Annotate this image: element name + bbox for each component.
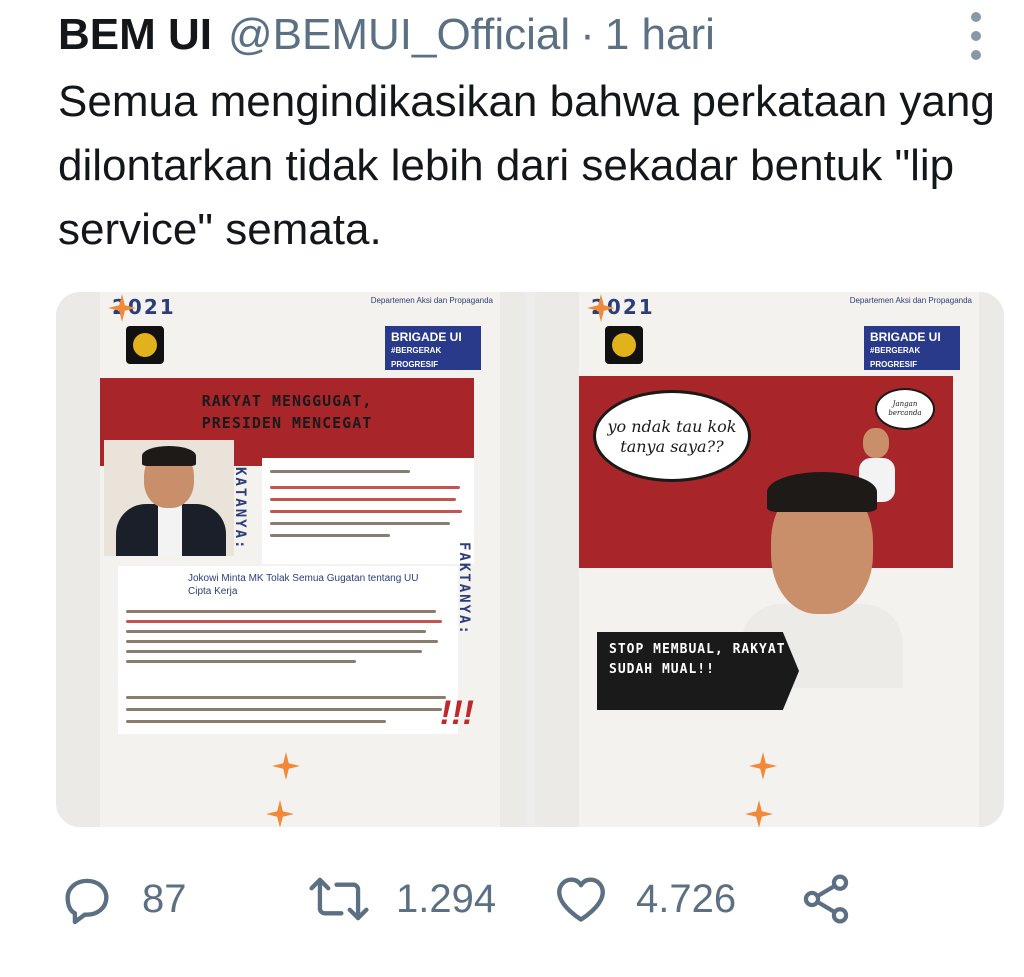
brigade-badge: BRIGADE UI #BERGERAK PROGRESIF — [385, 326, 481, 370]
label-faktanya: FAKTANYA: — [456, 542, 472, 636]
reply-button[interactable]: 87 — [58, 864, 187, 934]
brigade-subtitle: #BERGERAK PROGRESIF — [391, 346, 442, 369]
tweet-timestamp[interactable]: 1 hari — [605, 10, 715, 60]
brigade-title: BRIGADE UI — [391, 330, 462, 344]
share-icon — [798, 871, 854, 927]
poster-dept-label: Departemen Aksi dan Propaganda — [370, 296, 493, 305]
ui-crest-logo — [605, 326, 643, 364]
share-button[interactable] — [798, 864, 854, 934]
author-handle[interactable]: @BEMUI_Official — [228, 10, 570, 60]
media-image-left[interactable]: 2021 Departemen Aksi dan Propaganda BRIG… — [56, 292, 525, 827]
exclamation-marks: !!! — [440, 694, 474, 732]
media-image-right[interactable]: 2021 Departemen Aksi dan Propaganda BRIG… — [535, 292, 1004, 827]
jokowi-photo — [104, 440, 234, 556]
brigade-subtitle: #BERGERAK PROGRESIF — [870, 346, 921, 369]
like-count: 4.726 — [636, 876, 737, 921]
news-title: Jokowi Minta MK Tolak Semua Gugatan tent… — [188, 573, 419, 597]
retweet-count: 1.294 — [396, 876, 497, 921]
poster-dept-label: Departemen Aksi dan Propaganda — [849, 296, 972, 305]
headline-line-2: PRESIDEN MENCEGAT — [201, 414, 373, 432]
tweet-text: Semua mengindikasikan bahwa perkataan ya… — [58, 77, 995, 254]
brigade-title: BRIGADE UI — [870, 330, 941, 344]
reply-icon — [58, 870, 116, 928]
stop-message-box: STOP MEMBUAL, RAKYAT SUDAH MUAL!! — [597, 632, 799, 710]
ui-crest-logo — [126, 326, 164, 364]
note-block — [118, 686, 458, 734]
header-separator: · — [580, 10, 595, 59]
tweet-actions: 87 1.294 4.726 — [58, 864, 958, 934]
brigade-badge: BRIGADE UI #BERGERAK PROGRESIF — [864, 326, 960, 370]
more-vertical-icon[interactable] — [966, 12, 986, 60]
fact-block: Jokowi Minta MK Tolak Semua Gugatan tent… — [118, 566, 458, 686]
headline-line-1: RAKYAT MENGGUGAT, — [201, 392, 373, 410]
speech-bubble: yo ndak tau kok tanya saya?? — [593, 390, 751, 482]
retweet-icon — [308, 870, 370, 928]
tweet-media[interactable]: 2021 Departemen Aksi dan Propaganda BRIG… — [56, 292, 1004, 827]
author-name[interactable]: BEM UI — [58, 10, 212, 60]
reply-count: 87 — [142, 876, 187, 921]
tweet-header: BEM UI @BEMUI_Official · 1 hari — [58, 10, 715, 62]
retweet-button[interactable]: 1.294 — [308, 864, 496, 934]
heart-icon — [552, 870, 610, 928]
label-katanya: KATANYA: — [232, 467, 248, 551]
quote-block — [262, 458, 474, 564]
like-button[interactable]: 4.726 — [552, 864, 736, 934]
